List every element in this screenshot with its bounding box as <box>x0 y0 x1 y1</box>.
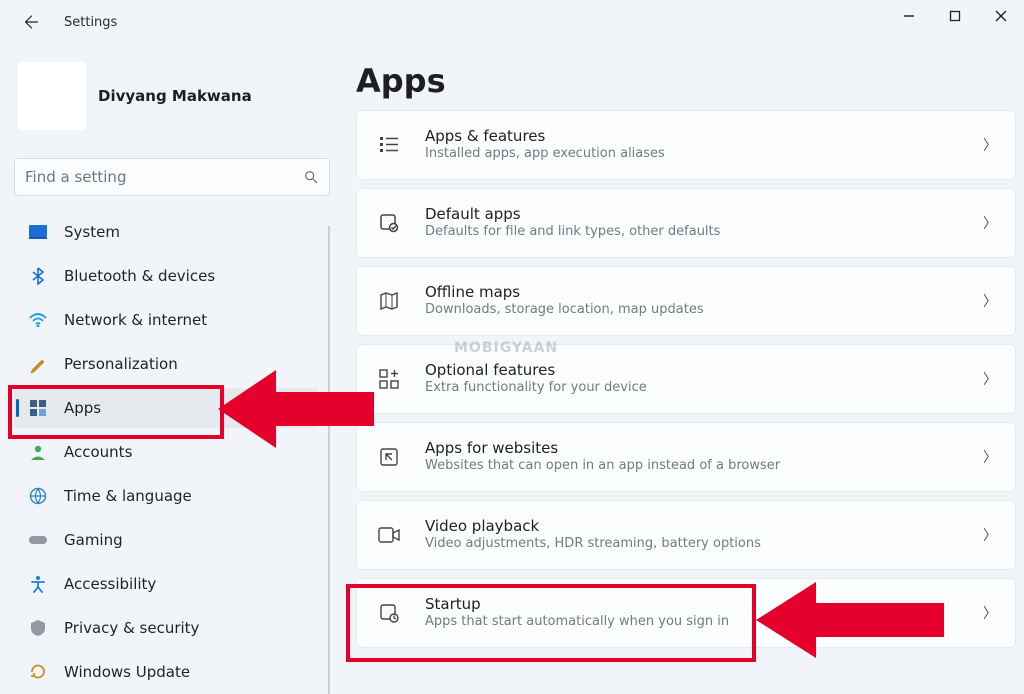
tile-title: Optional features <box>425 361 647 381</box>
sidebar-item-label: Privacy & security <box>64 619 199 637</box>
apps-for-websites-icon <box>375 443 403 471</box>
chevron-right-icon: 〉 <box>983 525 997 545</box>
tile-title: Offline maps <box>425 283 704 303</box>
default-apps-icon <box>375 209 403 237</box>
sidebar-item-label: Accessibility <box>64 575 156 593</box>
tile-desc: Downloads, storage location, map updates <box>425 302 704 319</box>
tile-startup[interactable]: Startup Apps that start automatically wh… <box>356 578 1016 648</box>
sidebar-item-label: Time & language <box>64 487 192 505</box>
sidebar-item-label: Apps <box>64 399 101 417</box>
sidebar-item-windows-update[interactable]: Windows Update <box>14 652 319 692</box>
sidebar-item-label: Personalization <box>64 355 178 373</box>
close-button[interactable] <box>978 0 1024 32</box>
sidebar-item-gaming[interactable]: Gaming <box>14 520 319 560</box>
sidebar-nav: System Bluetooth & devices Network & int… <box>14 212 319 694</box>
optional-features-icon <box>375 365 403 393</box>
profile-name: Divyang Makwana <box>98 87 252 105</box>
profile-avatar <box>18 62 86 130</box>
main-content: Apps Apps & features Installed apps, app… <box>356 54 1016 656</box>
tile-apps-features[interactable]: Apps & features Installed apps, app exec… <box>356 110 1016 180</box>
sidebar-item-accessibility[interactable]: Accessibility <box>14 564 319 604</box>
tile-desc: Installed apps, app execution aliases <box>425 146 665 163</box>
sidebar-item-network[interactable]: Network & internet <box>14 300 319 340</box>
sidebar-item-personalization[interactable]: Personalization <box>14 344 319 384</box>
sidebar-item-accounts[interactable]: Accounts <box>14 432 319 472</box>
tile-apps-for-websites[interactable]: Apps for websites Websites that can open… <box>356 422 1016 492</box>
tile-title: Default apps <box>425 205 720 225</box>
chevron-right-icon: 〉 <box>983 369 997 389</box>
gaming-icon <box>28 530 48 550</box>
sidebar-item-privacy[interactable]: Privacy & security <box>14 608 319 648</box>
window-controls <box>886 0 1024 32</box>
tile-title: Startup <box>425 595 729 615</box>
left-column: Divyang Makwana Find a setting System Bl… <box>14 54 319 694</box>
tile-desc: Websites that can open in an app instead… <box>425 458 780 475</box>
startup-icon <box>375 599 403 627</box>
search-placeholder: Find a setting <box>25 168 126 186</box>
window-title: Settings <box>64 15 117 30</box>
minimize-button[interactable] <box>886 0 932 32</box>
tile-desc: Extra functionality for your device <box>425 380 647 397</box>
tile-title: Video playback <box>425 517 761 537</box>
sidebar-item-label: Gaming <box>64 531 123 549</box>
titlebar: Settings <box>0 0 1024 44</box>
settings-window: Settings Divyang Makwana Find a setting … <box>0 0 1024 694</box>
sidebar-item-label: Bluetooth & devices <box>64 267 215 285</box>
chevron-right-icon: 〉 <box>983 213 997 233</box>
system-icon <box>28 222 48 242</box>
apps-icon <box>28 398 48 418</box>
accessibility-icon <box>28 574 48 594</box>
tile-default-apps[interactable]: Default apps Defaults for file and link … <box>356 188 1016 258</box>
profile-block[interactable]: Divyang Makwana <box>14 54 319 144</box>
chevron-right-icon: 〉 <box>983 603 997 623</box>
offline-maps-icon <box>375 287 403 315</box>
sidebar-item-label: System <box>64 223 120 241</box>
search-input[interactable]: Find a setting <box>14 158 330 196</box>
bluetooth-icon <box>28 266 48 286</box>
scroll-separator[interactable] <box>328 226 330 694</box>
accounts-icon <box>28 442 48 462</box>
chevron-right-icon: 〉 <box>983 447 997 467</box>
chevron-right-icon: 〉 <box>983 135 997 155</box>
sidebar-item-apps[interactable]: Apps <box>14 388 319 428</box>
chevron-right-icon: 〉 <box>983 291 997 311</box>
search-icon <box>303 169 319 185</box>
windows-update-icon <box>28 662 48 682</box>
video-playback-icon <box>375 521 403 549</box>
tile-offline-maps[interactable]: Offline maps Downloads, storage location… <box>356 266 1016 336</box>
sidebar-item-system[interactable]: System <box>14 212 319 252</box>
time-language-icon <box>28 486 48 506</box>
tile-title: Apps for websites <box>425 439 780 459</box>
sidebar-item-bluetooth[interactable]: Bluetooth & devices <box>14 256 319 296</box>
tile-desc: Video adjustments, HDR streaming, batter… <box>425 536 761 553</box>
sidebar-item-time-language[interactable]: Time & language <box>14 476 319 516</box>
back-button[interactable] <box>10 2 50 42</box>
network-icon <box>28 310 48 330</box>
privacy-icon <box>28 618 48 638</box>
tile-title: Apps & features <box>425 127 665 147</box>
tile-optional-features[interactable]: Optional features Extra functionality fo… <box>356 344 1016 414</box>
sidebar-item-label: Accounts <box>64 443 132 461</box>
tile-desc: Defaults for file and link types, other … <box>425 224 720 241</box>
maximize-button[interactable] <box>932 0 978 32</box>
apps-features-icon <box>375 131 403 159</box>
tile-video-playback[interactable]: Video playback Video adjustments, HDR st… <box>356 500 1016 570</box>
tile-desc: Apps that start automatically when you s… <box>425 614 729 631</box>
sidebar-item-label: Network & internet <box>64 311 207 329</box>
page-title: Apps <box>356 62 1016 100</box>
personalization-icon <box>28 354 48 374</box>
sidebar-item-label: Windows Update <box>64 663 190 681</box>
